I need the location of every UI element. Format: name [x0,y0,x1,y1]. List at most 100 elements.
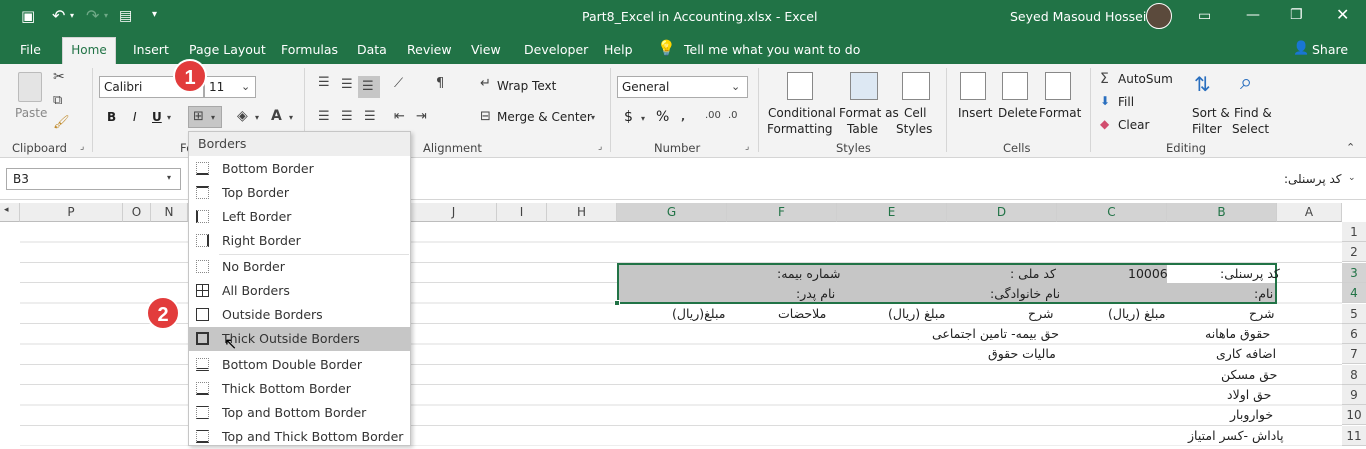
tab-developer[interactable]: Developer [524,42,588,57]
cell-d3[interactable]: کد ملی : [1010,266,1056,281]
row-header-4[interactable]: 4 [1342,283,1366,303]
cell-styles-icon[interactable] [902,72,930,100]
rtl-icon[interactable]: ¶ [436,77,444,90]
save-icon[interactable]: ▣ [21,9,35,24]
row-header-11[interactable]: 11 [1342,426,1366,446]
alignment-launcher-icon[interactable]: ⌟ [598,143,602,152]
cell-d7[interactable]: مالیات حقوق [988,346,1056,361]
expand-formula-icon[interactable]: ⌄ [1348,174,1356,183]
redo-icon[interactable]: ↷ [86,8,99,24]
column-header-e[interactable]: E [837,203,947,222]
cell-e5[interactable]: مبلغ (ریال) [888,306,945,321]
format-painter-icon[interactable]: 🖌 [53,116,70,129]
cell-b11[interactable]: پاداش -کسر امتیاز [1188,428,1284,443]
cell-c5[interactable]: مبلغ (ریال) [1108,306,1165,321]
sort-filter-button[interactable]: Sort & [1192,106,1230,120]
tab-help[interactable]: Help [604,42,633,57]
menu-item-right-border[interactable]: Right Border [189,229,410,253]
format-as-table-button[interactable]: Format as [839,106,899,120]
column-header-j[interactable]: J [411,203,497,222]
fill-button[interactable]: Fill [1118,95,1134,109]
tab-file[interactable]: File [20,42,41,57]
autosum-button[interactable]: AutoSum [1118,72,1173,86]
autosum-icon[interactable]: Σ [1100,72,1109,86]
align-top-icon[interactable]: ☰ [318,76,330,89]
close-icon[interactable]: ✕ [1336,7,1349,23]
row-header-5[interactable]: 5 [1342,304,1366,324]
cell-c3[interactable]: 10006 [1128,266,1168,281]
undo-dropdown-icon[interactable]: ▾ [70,12,74,20]
paste-button[interactable]: Paste [15,106,47,120]
avatar[interactable] [1146,3,1172,29]
cell-b10[interactable]: خواروبار [1230,407,1273,422]
currency-dropdown-icon[interactable]: ▾ [641,115,645,123]
row-header-3[interactable]: 3 [1342,263,1366,283]
tab-review[interactable]: Review [407,42,452,57]
cell-styles-button[interactable]: Cell [904,106,926,120]
fill-handle[interactable] [614,300,620,306]
menu-item-outside-borders[interactable]: Outside Borders [189,303,410,327]
row-header-1[interactable]: 1 [1342,222,1366,242]
column-header-a[interactable]: A [1277,203,1342,222]
tab-home[interactable]: Home [62,37,116,64]
menu-item-thick-bottom-border[interactable]: Thick Bottom Border [189,377,410,401]
tab-insert[interactable]: Insert [133,42,169,57]
cut-icon[interactable]: ✂ [53,70,65,84]
restore-icon[interactable]: ❐ [1290,8,1303,22]
font-color-icon[interactable]: A [271,109,282,123]
merge-dropdown-icon[interactable]: ▾ [591,114,595,122]
cell-b4[interactable]: نام: [1254,286,1273,301]
column-header-i[interactable]: I [497,203,547,222]
merge-center-button[interactable]: Merge & Center [497,110,592,124]
row-header-9[interactable]: 9 [1342,385,1366,405]
find-select-icon[interactable]: ⌕ [1240,72,1252,94]
share-icon[interactable]: 👤 [1293,42,1309,55]
menu-item-top-and-bottom-border[interactable]: Top and Bottom Border [189,401,410,425]
undo-icon[interactable]: ↶ [52,8,65,24]
cell-b3[interactable]: کد پرسنلی: [1220,266,1280,281]
format-cells-icon[interactable] [1045,72,1071,100]
clipboard-launcher-icon[interactable]: ⌟ [80,143,84,152]
column-header-h[interactable]: H [547,203,617,222]
fill-icon[interactable]: ⬇ [1100,95,1110,107]
align-center-icon[interactable]: ☰ [341,110,353,123]
row-header-10[interactable]: 10 [1342,405,1366,425]
decrease-decimal-icon[interactable]: .0 [728,111,738,121]
clear-icon[interactable]: ◆ [1100,118,1109,130]
menu-item-left-border[interactable]: Left Border [189,205,410,229]
italic-button[interactable]: I [133,110,137,124]
tell-me-input[interactable]: Tell me what you want to do [684,42,860,57]
select-all[interactable] [0,203,20,222]
column-header-o[interactable]: O [123,203,151,222]
clear-button[interactable]: Clear [1118,118,1149,132]
font-size-box[interactable]: 11 ⌄ [204,76,256,98]
copy-icon[interactable]: ⧉ [53,94,62,107]
menu-item-no-border[interactable]: No Border [189,255,410,279]
row-header-8[interactable]: 8 [1342,365,1366,385]
align-middle-icon[interactable]: ☰ [341,78,353,91]
align-right-icon[interactable]: ☰ [364,110,376,123]
sort-filter-icon[interactable]: ⇅ [1194,74,1211,94]
redo-dropdown-icon[interactable]: ▾ [104,12,108,20]
bold-button[interactable]: B [107,110,116,124]
wrap-text-icon[interactable]: ↵ [480,77,491,90]
increase-decimal-icon[interactable]: .00 [705,111,721,121]
collapse-ribbon-icon[interactable]: ⌃ [1346,142,1355,153]
menu-item-bottom-border[interactable]: Bottom Border [189,157,410,181]
cell-d5[interactable]: شرح [1028,306,1053,321]
format-as-table-icon[interactable] [850,72,878,100]
tab-page-layout[interactable]: Page Layout [189,42,266,57]
tab-view[interactable]: View [471,42,501,57]
cell-f5[interactable]: ملاحضات [778,306,826,321]
cell-f4[interactable]: نام پدر: [796,286,835,301]
column-header-d[interactable]: D [947,203,1057,222]
customize-qat-icon[interactable]: ▾ [152,10,157,20]
row-header-2[interactable]: 2 [1342,242,1366,262]
orientation-icon[interactable]: ⟋ [394,77,403,90]
form-icon[interactable]: ▤ [119,9,132,23]
font-color-dropdown-icon[interactable]: ▾ [289,114,293,122]
delete-cells-icon[interactable] [1002,72,1028,100]
cell-d6[interactable]: حق بیمه- تامین اجتماعی [932,326,1059,341]
comma-style-icon[interactable]: , [681,111,685,122]
fill-color-icon[interactable]: ◈ [237,109,248,123]
